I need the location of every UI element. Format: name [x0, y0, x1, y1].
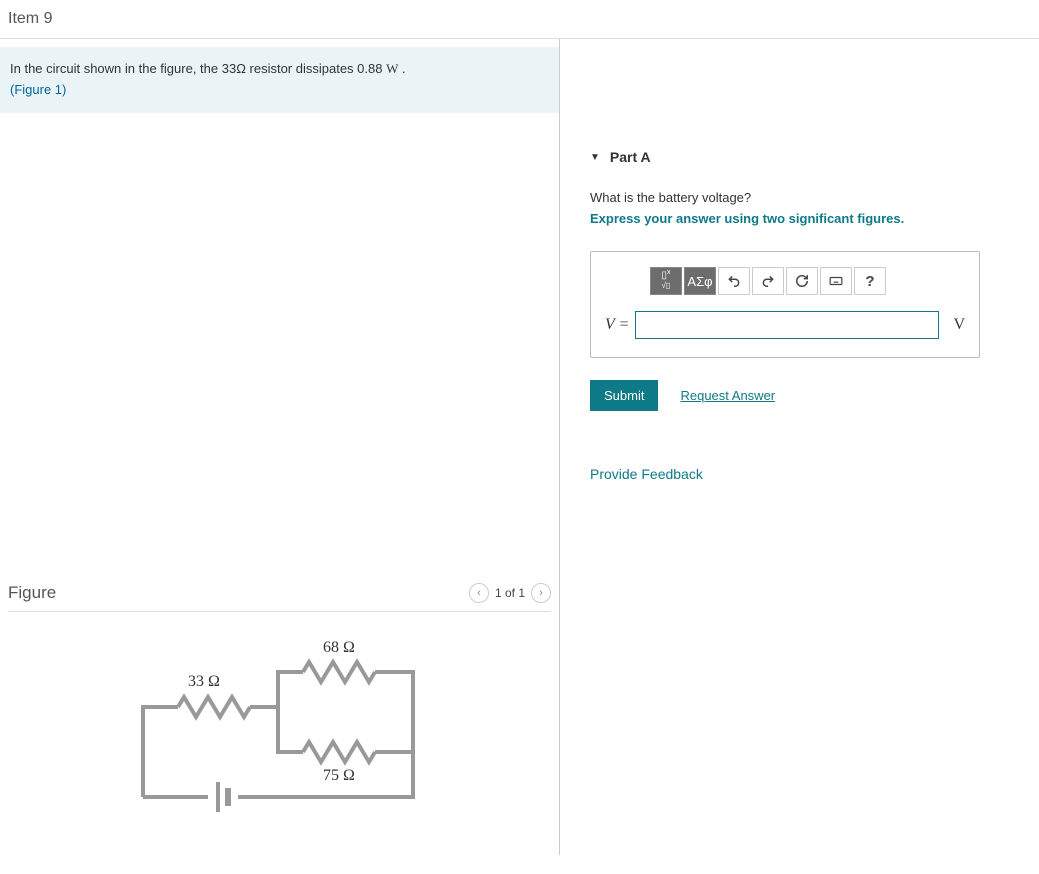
omega-symbol: Ω	[236, 61, 246, 76]
figure-link[interactable]: (Figure 1)	[10, 82, 66, 97]
question-text: What is the battery voltage?	[590, 190, 1029, 205]
figure-header: Figure ‹ 1 of 1 ›	[8, 583, 551, 612]
submit-row: Submit Request Answer	[590, 380, 1029, 411]
undo-button[interactable]	[718, 267, 750, 295]
reset-icon	[795, 274, 809, 288]
figure-title: Figure	[8, 583, 56, 603]
problem-text-3: .	[398, 61, 405, 76]
redo-icon	[761, 274, 775, 288]
chevron-left-icon: ‹	[477, 587, 481, 599]
prev-figure-button[interactable]: ‹	[469, 583, 489, 603]
item-header: Item 9	[0, 0, 1039, 39]
next-figure-button[interactable]: ›	[531, 583, 551, 603]
circuit-diagram: 33 Ω 68 Ω 75 Ω	[128, 632, 551, 835]
unit-label: V	[953, 316, 965, 334]
keyboard-button[interactable]	[820, 267, 852, 295]
problem-text-2: resistor dissipates 0.88	[246, 61, 386, 76]
chevron-right-icon: ›	[539, 587, 543, 599]
part-a-header[interactable]: ▼ Part A	[590, 149, 1029, 165]
left-column: In the circuit shown in the figure, the …	[0, 39, 560, 855]
greek-button[interactable]: ΑΣφ	[684, 267, 716, 295]
keyboard-icon	[829, 274, 843, 288]
templates-button[interactable]: ▯x√▯	[650, 267, 682, 295]
input-row: V = V	[605, 311, 965, 339]
templates-icon: ▯x√▯	[661, 271, 670, 291]
request-answer-link[interactable]: Request Answer	[680, 388, 775, 403]
content-wrapper: In the circuit shown in the figure, the …	[0, 39, 1039, 855]
watt-symbol: W	[386, 61, 398, 76]
answer-input[interactable]	[635, 311, 939, 339]
figure-section: Figure ‹ 1 of 1 ›	[0, 583, 559, 835]
help-icon: ?	[865, 273, 874, 290]
provide-feedback-link[interactable]: Provide Feedback	[590, 466, 1029, 482]
undo-icon	[727, 274, 741, 288]
equation-toolbar: ▯x√▯ ΑΣφ	[650, 267, 965, 295]
r2-label: 68 Ω	[323, 639, 355, 656]
greek-icon: ΑΣφ	[687, 274, 712, 289]
submit-button[interactable]: Submit	[590, 380, 658, 411]
problem-text-1: In the circuit shown in the figure, the …	[10, 61, 236, 76]
right-column: ▼ Part A What is the battery voltage? Ex…	[560, 39, 1039, 855]
part-a-container: ▼ Part A What is the battery voltage? Ex…	[590, 149, 1029, 482]
r1-label: 33 Ω	[188, 673, 220, 690]
problem-statement: In the circuit shown in the figure, the …	[0, 47, 559, 113]
help-button[interactable]: ?	[854, 267, 886, 295]
r3-label: 75 Ω	[323, 767, 355, 784]
reset-button[interactable]	[786, 267, 818, 295]
instruction-text: Express your answer using two significan…	[590, 211, 1029, 226]
variable-label: V =	[605, 316, 629, 334]
pager-text: 1 of 1	[495, 586, 525, 600]
part-a-label: Part A	[610, 149, 651, 165]
figure-pager: ‹ 1 of 1 ›	[469, 583, 551, 603]
answer-box: ▯x√▯ ΑΣφ	[590, 251, 980, 358]
collapse-caret-icon: ▼	[590, 152, 600, 163]
redo-button[interactable]	[752, 267, 784, 295]
